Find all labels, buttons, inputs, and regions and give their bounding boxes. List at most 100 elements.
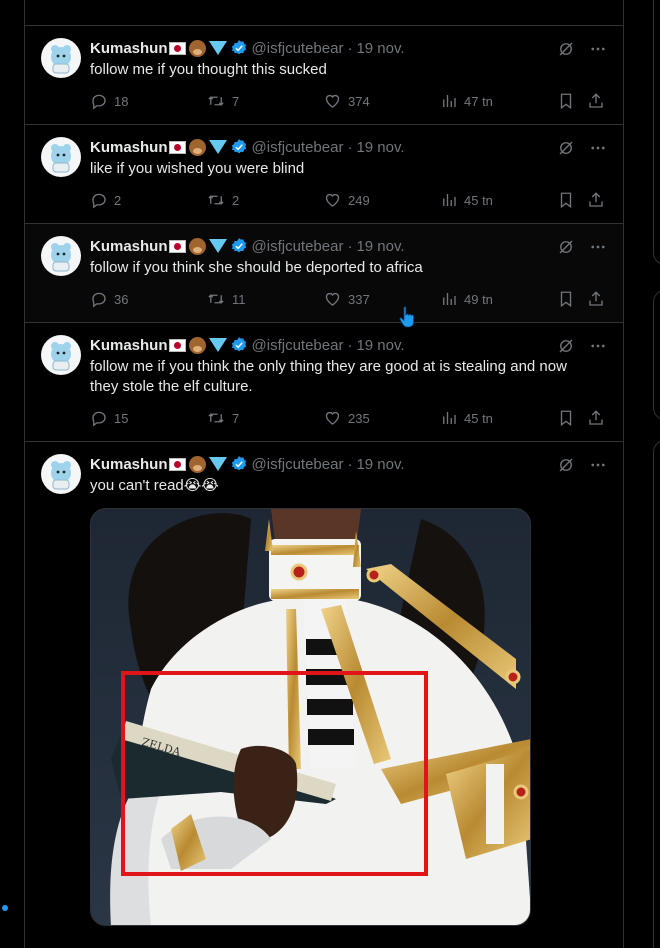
more-icon[interactable]	[589, 40, 607, 58]
retweet-icon	[208, 413, 224, 423]
retweet-button[interactable]: 7	[206, 409, 323, 427]
bookmark-button[interactable]	[557, 191, 587, 209]
views-count: 49 tn	[464, 291, 493, 307]
reply-count: 36	[114, 291, 129, 307]
tweet-text: follow me if you thought this sucked	[90, 61, 327, 78]
bookmark-button[interactable]	[557, 92, 587, 110]
tweet-date[interactable]: 19 nov.	[356, 139, 404, 156]
verified-badge-icon	[231, 238, 246, 253]
views-count: 47 tn	[464, 93, 493, 109]
reply-button[interactable]: 36	[90, 290, 206, 308]
views-button[interactable]: 49 tn	[440, 290, 557, 308]
display-name[interactable]: Kumashun	[90, 40, 168, 57]
user-handle[interactable]: @isfjcutebear	[252, 456, 344, 473]
reply-icon	[92, 94, 106, 110]
views-icon	[443, 293, 456, 305]
avatar[interactable]	[41, 38, 81, 78]
avatar[interactable]	[41, 335, 81, 375]
grok-icon[interactable]	[557, 40, 575, 58]
like-button[interactable]: 235	[323, 409, 440, 427]
like-button[interactable]: 337	[323, 290, 440, 308]
avatar[interactable]	[41, 137, 81, 177]
views-icon	[443, 95, 456, 107]
verified-badge-icon	[231, 139, 246, 154]
avatar[interactable]	[41, 236, 81, 276]
separator: ·	[347, 39, 353, 57]
grok-icon[interactable]	[557, 139, 575, 157]
tweet[interactable]: Kumashun @isfjcutebear · 19 nov. follow …	[25, 224, 623, 323]
tweet-date[interactable]: 19 nov.	[356, 238, 404, 255]
verified-badge-icon	[231, 337, 246, 352]
separator: ·	[347, 336, 353, 354]
tweet-date[interactable]: 19 nov.	[356, 456, 404, 473]
views-button[interactable]: 45 tn	[440, 409, 557, 427]
reply-button[interactable]: 2	[90, 191, 206, 209]
display-name[interactable]: Kumashun	[90, 139, 168, 156]
retweet-icon	[208, 195, 224, 205]
notification-dot	[2, 905, 8, 911]
tweet-image[interactable]: ZELDA	[90, 508, 531, 926]
share-button[interactable]	[587, 191, 607, 209]
views-button[interactable]: 47 tn	[440, 92, 557, 110]
like-icon	[325, 193, 340, 207]
pointer-cursor-icon	[399, 306, 414, 328]
bookmark-button[interactable]	[557, 290, 587, 308]
share-button[interactable]	[587, 92, 607, 110]
retweet-count: 7	[232, 410, 240, 426]
tweet-date[interactable]: 19 nov.	[356, 337, 404, 354]
user-handle[interactable]: @isfjcutebear	[252, 40, 344, 57]
like-button[interactable]: 249	[323, 191, 440, 209]
more-icon[interactable]	[589, 139, 607, 157]
display-name[interactable]: Kumashun	[90, 337, 168, 354]
reply-icon	[92, 193, 106, 209]
share-button[interactable]	[587, 409, 607, 427]
grok-icon[interactable]	[557, 238, 575, 256]
side-panel-edge	[653, 440, 660, 948]
user-handle[interactable]: @isfjcutebear	[252, 337, 344, 354]
grok-icon[interactable]	[557, 337, 575, 355]
retweet-icon	[208, 96, 224, 106]
display-name[interactable]: Kumashun	[90, 456, 168, 473]
share-button[interactable]	[587, 290, 607, 308]
views-button[interactable]: 45 tn	[440, 191, 557, 209]
side-panel-edge	[653, 290, 660, 420]
reply-icon	[92, 411, 106, 427]
retweet-button[interactable]: 2	[206, 191, 323, 209]
like-button[interactable]: 374	[323, 92, 440, 110]
verified-badge-icon	[231, 456, 246, 471]
gem-emoji	[208, 338, 227, 352]
reply-count: 2	[114, 192, 122, 208]
retweet-button[interactable]: 7	[206, 92, 323, 110]
separator: ·	[347, 455, 353, 473]
tweet[interactable]: Kumashun @isfjcutebear · 19 nov. you can…	[25, 442, 623, 948]
reply-button[interactable]: 18	[90, 92, 206, 110]
highlight-rectangle	[121, 671, 428, 876]
tweet-date[interactable]: 19 nov.	[356, 40, 404, 57]
retweet-button[interactable]: 11	[206, 290, 323, 308]
bear-emoji	[188, 39, 206, 57]
like-count: 337	[348, 291, 370, 307]
reply-button[interactable]: 15	[90, 409, 206, 427]
like-icon	[325, 411, 340, 425]
more-icon[interactable]	[589, 456, 607, 474]
separator: ·	[347, 138, 353, 156]
tweet[interactable]: Kumashun @isfjcutebear · 19 nov. like if…	[25, 125, 623, 224]
user-handle[interactable]: @isfjcutebear	[252, 238, 344, 255]
gem-emoji	[208, 140, 227, 154]
japan-flag-emoji	[168, 41, 186, 55]
more-icon[interactable]	[589, 337, 607, 355]
tweet[interactable]: Kumashun @isfjcutebear · 19 nov. follow …	[25, 323, 623, 442]
share-icon	[589, 291, 603, 306]
grok-icon[interactable]	[557, 456, 575, 474]
retweet-count: 7	[232, 93, 240, 109]
display-name[interactable]: Kumashun	[90, 238, 168, 255]
gem-emoji	[208, 457, 227, 471]
japan-flag-emoji	[168, 140, 186, 154]
separator: ·	[347, 237, 353, 255]
bookmark-button[interactable]	[557, 409, 587, 427]
user-handle[interactable]: @isfjcutebear	[252, 139, 344, 156]
tweet[interactable]: Kumashun @isfjcutebear · 19 nov. follow …	[25, 26, 623, 125]
more-icon[interactable]	[589, 238, 607, 256]
avatar[interactable]	[41, 454, 81, 494]
like-icon	[325, 292, 340, 306]
